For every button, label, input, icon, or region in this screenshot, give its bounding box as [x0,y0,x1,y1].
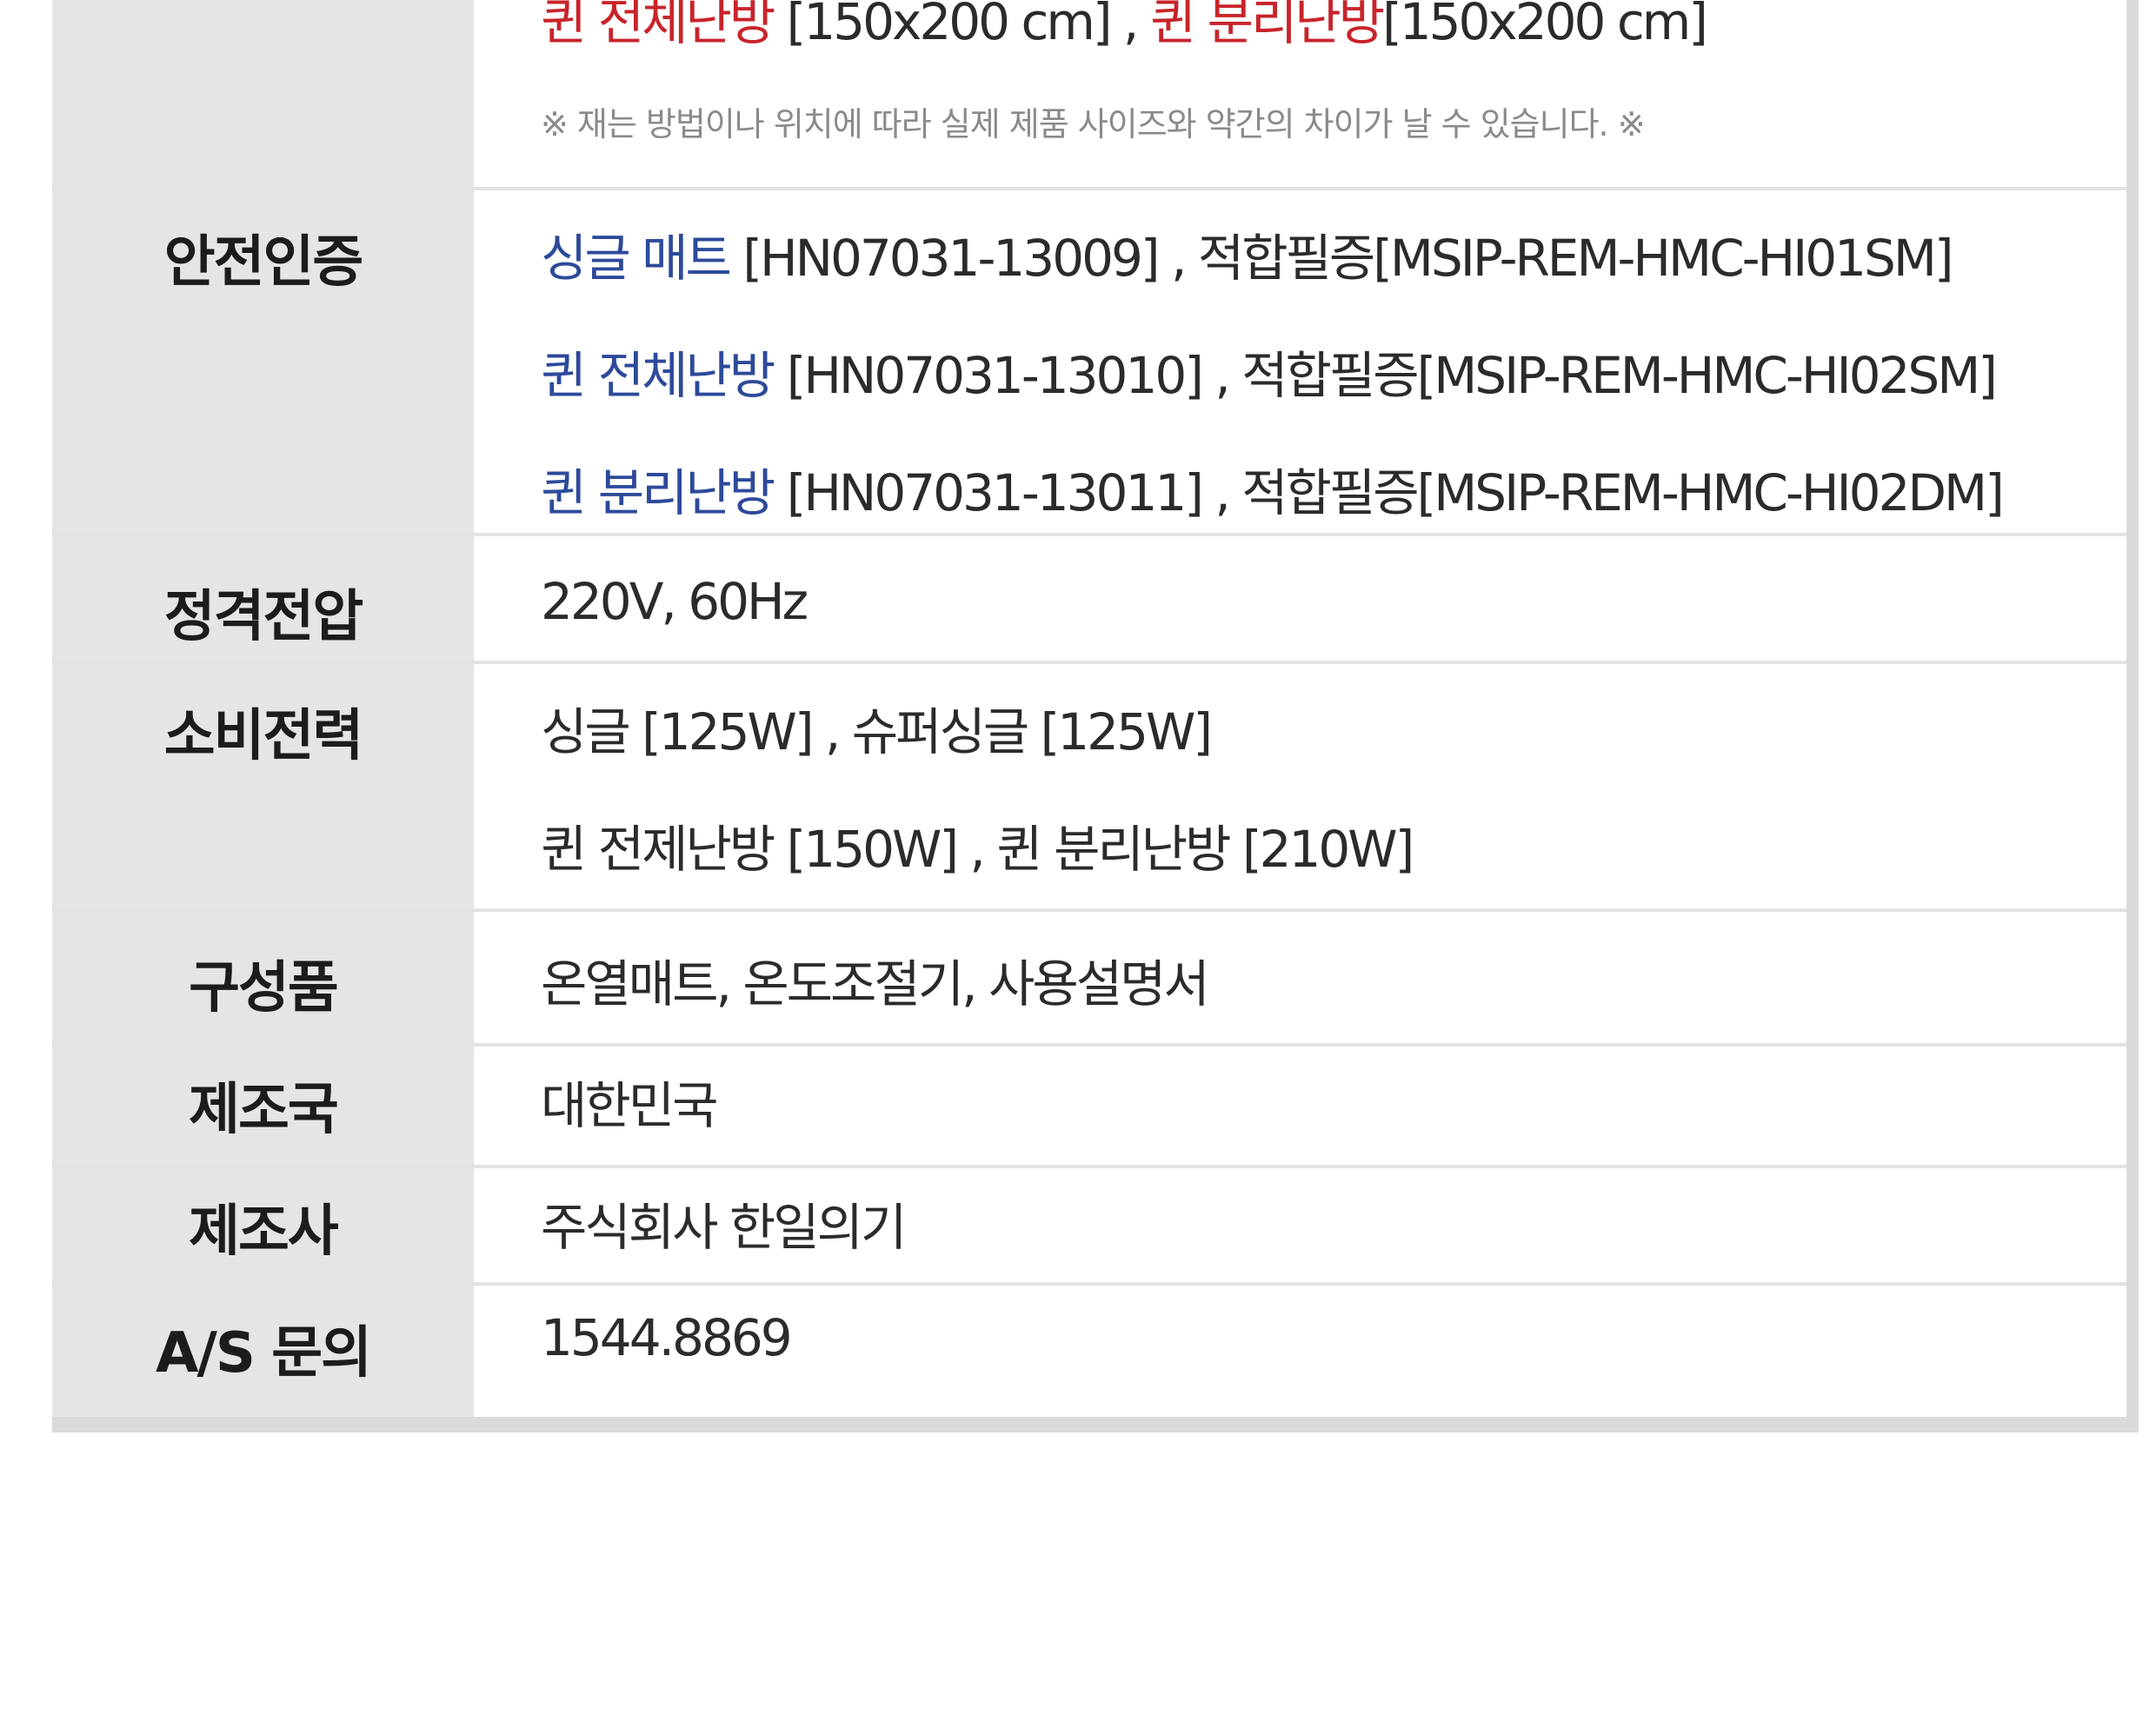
manufacturer-value: 주식회사 한일의기 [541,1198,907,1257]
size-line: 퀸 전체난방 [150x200 cm] , 퀸 분리난방[150x200 cm] [541,0,1708,54]
as-inquiry-value: 1544.8869 [541,1308,793,1367]
size-dimension: [150x200 cm] , [773,0,1140,51]
row-divider [52,1165,2126,1168]
power-consumption-line-2: 퀸 전제난방 [150W] , 퀸 분리난방 [210W] [541,820,1414,879]
row-divider [52,1282,2126,1286]
size-prefix-queen-full: 퀸 전체난방 [541,0,775,51]
size-dimension: [150x200 cm] [1382,0,1708,51]
row-label-safety-cert: 안전인증 [163,230,364,295]
row-label-country: 제조국 [189,1078,339,1142]
row-label-rated-voltage: 정격전압 [163,585,364,649]
safety-cert-line-1: 싱글 매트 [HN07031-13009] , 적합필증[MSIP-REM-HM… [541,217,1954,290]
rated-voltage-value: 220V, 60Hz [541,572,808,631]
cert-text: [HN07031-13010] , 적합필증[MSIP-REM-HMC-HI02… [786,346,1998,405]
safety-cert-line-3: 퀸 분리난방 [HN07031-13011] , 적합필증[MSIP-REM-H… [541,452,2005,525]
row-label-power-consumption: 소비전력 [163,704,364,768]
row-divider [52,661,2126,664]
row-label-manufacturer: 제조사 [189,1200,339,1264]
components-value: 온열매트, 온도조절기, 사용설명서 [541,954,1210,1014]
power-consumption-line-1: 싱글 [125W] , 슈퍼싱글 [125W] [541,702,1213,761]
row-divider [52,533,2126,536]
country-value: 대한민국 [541,1076,718,1135]
cert-prefix: 싱글 매트 [541,229,732,288]
row-divider [52,187,2126,190]
safety-cert-line-2: 퀸 전체난방 [HN07031-13010] , 적합필증[MSIP-REM-H… [541,335,1998,408]
cert-text: [HN07031-13009] , 적합필증[MSIP-REM-HMC-HI01… [742,229,1953,288]
cert-prefix: 퀸 분리난방 [541,463,775,522]
row-label-as-inquiry: A/S 문의 [155,1321,372,1386]
row-label-components: 구성품 [189,956,339,1020]
cert-prefix: 퀸 전체난방 [541,346,775,405]
cert-text: [HN07031-13011] , 적합필증[MSIP-REM-HMC-HI02… [786,463,2005,522]
size-note: ※ 재는 방법이나 위치에 따라 실제 제품 사이즈와 약간의 차이가 날 수 … [541,105,1646,143]
spec-table: 퀸 전체난방 [150x200 cm] , 퀸 분리난방[150x200 cm]… [52,0,2139,1433]
size-prefix-queen-split: 퀸 분리난방 [1149,0,1385,51]
row-divider [52,1043,2126,1047]
row-divider [52,908,2126,912]
